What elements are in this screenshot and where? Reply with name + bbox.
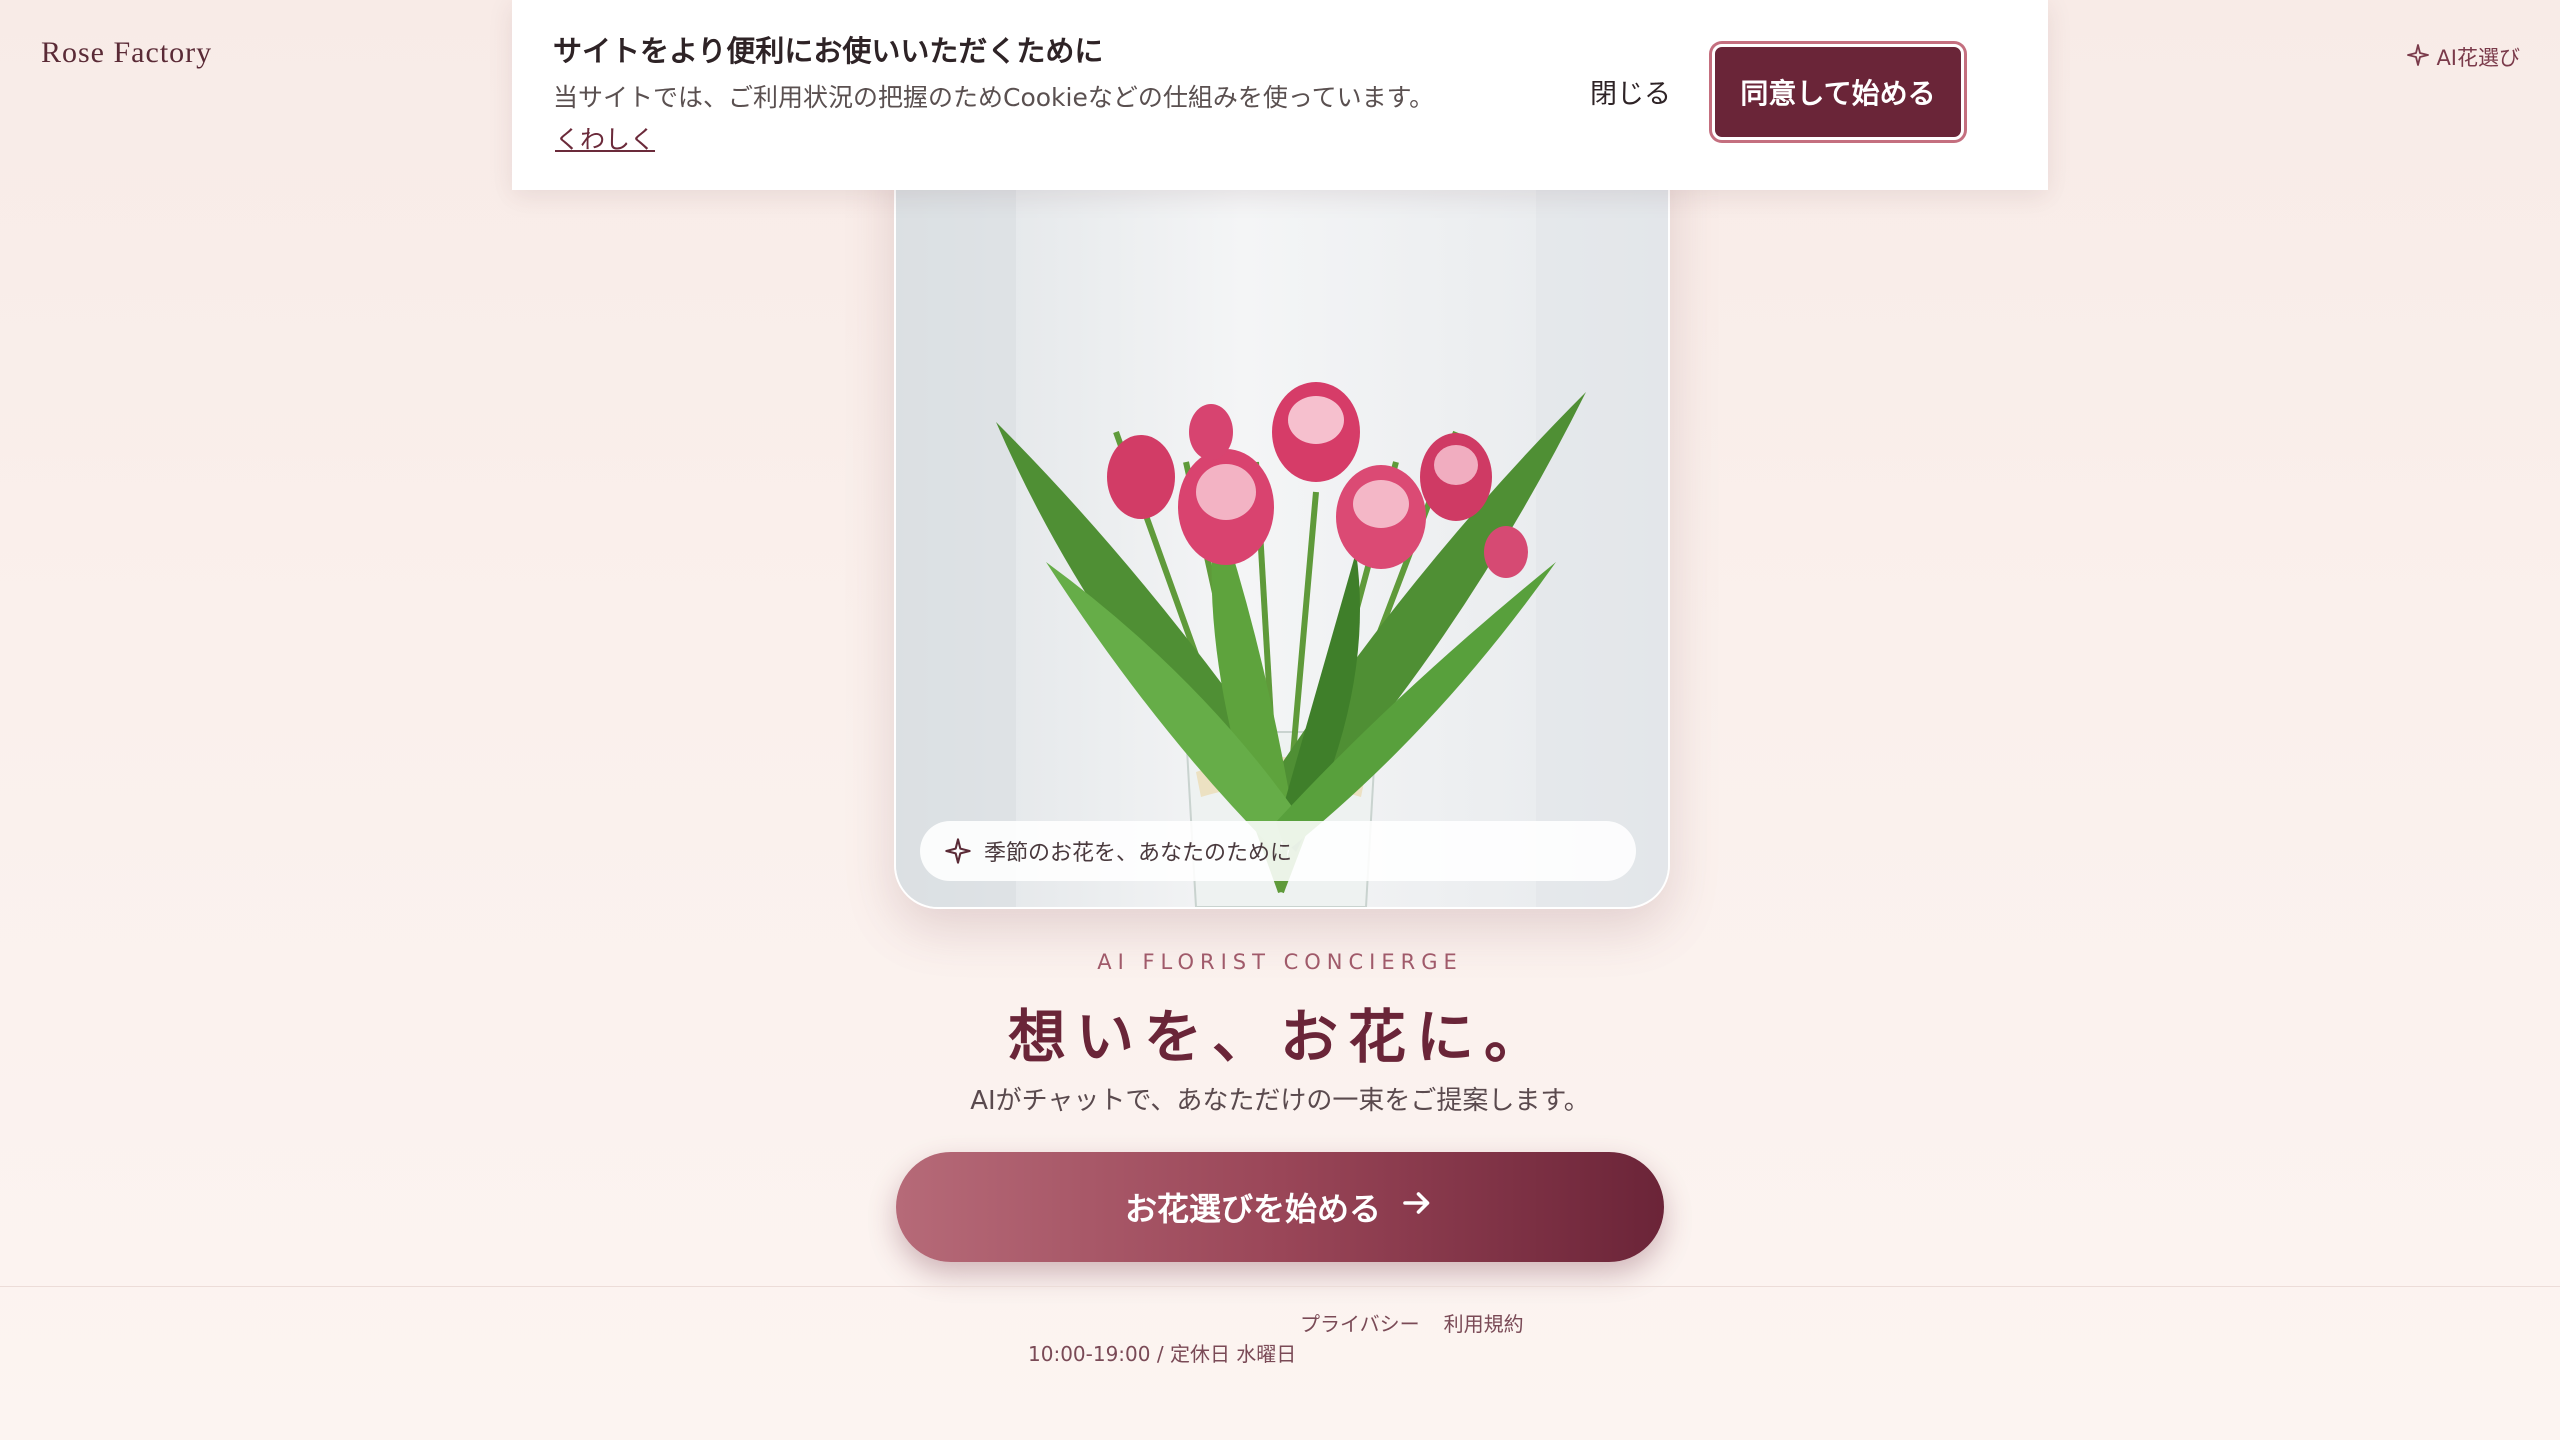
cta-label: お花選びを始める	[1124, 1190, 1381, 1228]
ai-flower-select-link[interactable]: AI花選び	[2406, 42, 2520, 72]
footer-divider	[0, 1286, 2560, 1287]
footer-link-privacy[interactable]: プライバシー	[1300, 1308, 1420, 1337]
footer-link-terms[interactable]: 利用規約	[1444, 1308, 1524, 1337]
sparkle-icon	[944, 837, 972, 865]
cookie-more-link[interactable]: くわしく	[555, 120, 655, 156]
hero-caption: 季節のお花を、あなたのために	[920, 821, 1636, 881]
sparkle-icon	[2406, 43, 2430, 72]
tulip-bouquet-image	[896, 132, 1668, 907]
cookie-text: 当サイトでは、ご利用状況の把握のためCookieなどの仕組みを使っています。	[553, 83, 1435, 112]
hero-subhead: AIがチャットで、あなただけの一束をご提案します。	[970, 1086, 1590, 1116]
cookie-banner: サイトをより便利にお使いいただくために 当サイトでは、ご利用状況の把握のためCo…	[512, 0, 2048, 190]
hero-headline: 想いを、お花に。	[1007, 1003, 1552, 1071]
cookie-title: サイトをより便利にお使いいただくために	[553, 34, 1104, 68]
hero-image-card: 季節のお花を、あなたのために	[894, 130, 1670, 909]
brand-logo[interactable]: Rose Factory	[41, 36, 212, 70]
footer-hours: 10:00-19:00 / 定休日 水曜日	[1028, 1342, 1297, 1366]
ai-flower-select-label: AI花選び	[2436, 46, 2520, 70]
hero-caption-text: 季節のお花を、あなたのために	[984, 841, 1293, 866]
start-flower-selection-button[interactable]: お花選びを始める	[896, 1152, 1664, 1262]
hero-eyebrow: AI FLORIST CONCIERGE	[1097, 950, 1463, 974]
cookie-accept-button[interactable]: 同意して始める	[1712, 44, 1964, 140]
arrow-right-icon	[1399, 1185, 1435, 1229]
cookie-close-button[interactable]: 閉じる	[1590, 72, 1671, 111]
footer-links: プライバシー 利用規約	[1300, 1308, 1524, 1337]
